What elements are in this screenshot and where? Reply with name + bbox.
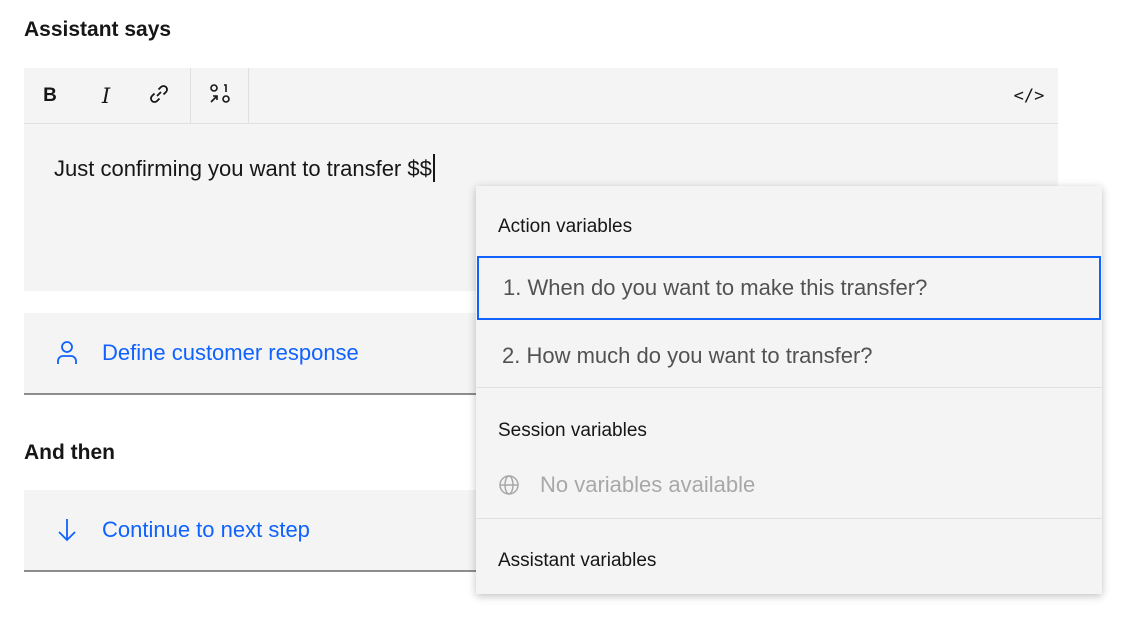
user-icon <box>54 340 80 366</box>
action-variable-option[interactable]: 2. How much do you want to transfer? <box>476 324 1102 388</box>
variable-icon <box>208 82 232 111</box>
arrow-down-icon <box>54 517 80 543</box>
bold-button[interactable]: B <box>38 68 62 124</box>
editor-toolbar: B I </> <box>24 68 1058 124</box>
section-divider <box>476 387 1102 388</box>
toolbar-divider <box>248 68 249 123</box>
session-variables-title: Session variables <box>498 420 647 441</box>
variables-dropdown: Action variables 1. When do you want to … <box>476 186 1102 594</box>
continue-to-next-step-label: Continue to next step <box>102 517 310 542</box>
define-customer-response-button[interactable]: Define customer response <box>24 313 484 395</box>
editor-text: Just confirming you want to transfer $$ <box>54 156 432 181</box>
toolbar-divider <box>190 68 191 123</box>
define-customer-response-label: Define customer response <box>102 340 359 365</box>
no-session-variables: No variables available <box>498 472 755 498</box>
link-button[interactable] <box>144 68 174 124</box>
globe-icon <box>498 473 522 497</box>
text-caret <box>432 154 435 182</box>
insert-variable-button[interactable] <box>204 68 236 124</box>
link-icon <box>148 83 170 110</box>
assistant-says-heading: Assistant says <box>24 18 172 41</box>
editor-content[interactable]: Just confirming you want to transfer $$ <box>54 154 435 182</box>
assistant-variables-title: Assistant variables <box>498 550 657 571</box>
code-view-button[interactable]: </> <box>1014 68 1045 124</box>
action-variables-title: Action variables <box>498 216 633 237</box>
continue-to-next-step-button[interactable]: Continue to next step <box>24 490 484 572</box>
no-variables-text: No variables available <box>540 472 756 497</box>
action-variable-option-selected[interactable]: 1. When do you want to make this transfe… <box>477 256 1101 320</box>
italic-button[interactable]: I <box>94 68 118 124</box>
and-then-heading: And then <box>24 441 115 464</box>
section-divider <box>476 518 1102 519</box>
